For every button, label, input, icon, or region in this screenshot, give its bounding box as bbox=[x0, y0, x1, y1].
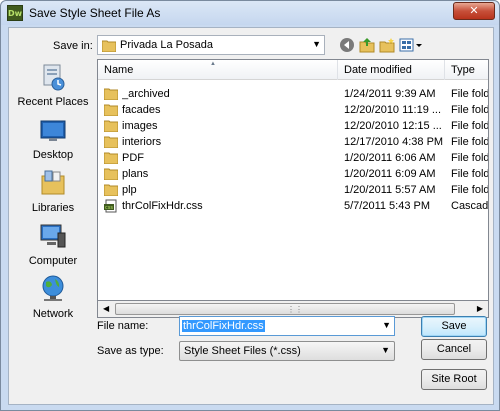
save-dialog-window: Dw Save Style Sheet File As ✕ Save in: P… bbox=[0, 0, 500, 411]
file-date-cell: 12/17/2010 4:38 PM bbox=[344, 136, 444, 148]
file-name-cell: plp bbox=[122, 184, 137, 196]
place-network[interactable]: Network bbox=[11, 274, 95, 326]
place-libraries[interactable]: Libraries bbox=[11, 168, 95, 220]
places-bar: Recent Places Desktop Libraries Computer… bbox=[11, 59, 95, 323]
file-name-cell: PDF bbox=[122, 152, 144, 164]
close-button[interactable]: ✕ bbox=[453, 2, 495, 20]
file-date-cell: 5/7/2011 5:43 PM bbox=[344, 200, 431, 212]
file-row[interactable]: plans 1/20/2011 6:09 AM File folder bbox=[98, 166, 489, 182]
save-as-type-label: Save as type: bbox=[97, 345, 164, 357]
save-in-dropdown[interactable]: Privada La Posada ▼ bbox=[97, 35, 325, 55]
up-folder-icon[interactable] bbox=[359, 37, 375, 53]
file-type-cell: File folder bbox=[451, 104, 489, 116]
chevron-down-icon[interactable]: ▼ bbox=[382, 320, 391, 330]
file-date-cell: 1/20/2011 5:57 AM bbox=[344, 184, 436, 196]
file-name-cell: plans bbox=[122, 168, 149, 180]
file-type-cell: File folder bbox=[451, 184, 489, 196]
file-date-cell: 12/20/2010 11:19 ... bbox=[344, 104, 442, 116]
place-desktop[interactable]: Desktop bbox=[11, 115, 95, 167]
sort-ascending-icon: ▲ bbox=[210, 61, 216, 67]
file-date-cell: 12/20/2010 12:15 ... bbox=[344, 120, 442, 132]
scroll-right-arrow-icon[interactable]: ▶ bbox=[477, 304, 483, 313]
place-label: Recent Places bbox=[17, 96, 89, 108]
file-name-value[interactable]: thrColFixHdr.css bbox=[182, 320, 265, 332]
file-type-cell: Cascading bbox=[451, 200, 489, 212]
chevron-down-icon: ▼ bbox=[381, 345, 390, 355]
file-row[interactable]: facades 12/20/2010 11:19 ... File folder bbox=[98, 102, 489, 118]
new-folder-icon[interactable] bbox=[379, 37, 395, 53]
computer-icon bbox=[40, 224, 66, 248]
scroll-left-arrow-icon[interactable]: ◀ bbox=[103, 304, 109, 313]
libraries-icon bbox=[41, 170, 65, 195]
save-button[interactable]: Save bbox=[421, 316, 487, 337]
file-row[interactable]: plp 1/20/2011 5:57 AM File folder bbox=[98, 182, 489, 198]
file-type-cell: File folder bbox=[451, 120, 489, 132]
title-bar[interactable]: Dw Save Style Sheet File As ✕ bbox=[1, 1, 499, 25]
cancel-button[interactable]: Cancel bbox=[421, 339, 487, 360]
file-name-cell: images bbox=[122, 120, 158, 132]
window-title: Save Style Sheet File As bbox=[29, 6, 161, 20]
column-header-date-modified[interactable]: Date modified bbox=[338, 60, 445, 80]
dialog-client-area: Save in: Privada La Posada ▼ Recent Plac… bbox=[8, 27, 494, 405]
file-date-cell: 1/20/2011 6:09 AM bbox=[344, 168, 436, 180]
file-row[interactable]: images 12/20/2010 12:15 ... File folder bbox=[98, 118, 489, 134]
recent-places-icon bbox=[43, 64, 65, 91]
file-name-input[interactable]: thrColFixHdr.css ▼ bbox=[179, 316, 395, 336]
place-recent-places[interactable]: Recent Places bbox=[11, 62, 95, 114]
place-label: Libraries bbox=[31, 202, 75, 214]
save-as-type-value: Style Sheet Files (*.css) bbox=[184, 345, 301, 357]
file-type-cell: File folder bbox=[451, 168, 489, 180]
file-name-cell: facades bbox=[122, 104, 161, 116]
dreamweaver-app-icon: Dw bbox=[7, 5, 23, 21]
file-name-cell: interiors bbox=[122, 136, 162, 148]
file-type-cell: File folder bbox=[451, 136, 489, 148]
css-file-icon: css bbox=[104, 199, 118, 218]
place-label: Network bbox=[32, 308, 74, 320]
save-as-type-dropdown[interactable]: Style Sheet Files (*.css) ▼ bbox=[179, 341, 395, 361]
back-arrow-icon[interactable] bbox=[339, 37, 355, 53]
svg-text:css: css bbox=[105, 205, 113, 211]
file-name-cell: _archived bbox=[122, 88, 170, 100]
file-name-label: File name: bbox=[97, 320, 149, 332]
column-header-name[interactable]: Name bbox=[98, 60, 338, 80]
desktop-icon bbox=[40, 120, 66, 141]
view-menu-icon[interactable] bbox=[399, 37, 423, 53]
site-root-button[interactable]: Site Root bbox=[421, 369, 487, 390]
file-row[interactable]: PDF 1/20/2011 6:06 AM File folder bbox=[98, 150, 489, 166]
network-globe-icon bbox=[42, 275, 64, 301]
scrollbar-thumb[interactable] bbox=[115, 303, 455, 315]
save-in-label: Save in: bbox=[53, 40, 93, 52]
scrollbar-grip-icon: ⋮⋮ bbox=[287, 305, 303, 314]
file-list-header: Name ▲ Date modified Type bbox=[98, 60, 488, 80]
file-row[interactable]: interiors 12/17/2010 4:38 PM File folder bbox=[98, 134, 489, 150]
file-list: Name ▲ Date modified Type _archived 1/24/… bbox=[97, 59, 489, 301]
save-in-value: Privada La Posada bbox=[120, 39, 213, 51]
place-label: Computer bbox=[28, 255, 78, 267]
file-date-cell: 1/20/2011 6:06 AM bbox=[344, 152, 436, 164]
place-label: Desktop bbox=[32, 149, 74, 161]
file-type-cell: File folder bbox=[451, 88, 489, 100]
chevron-down-icon: ▼ bbox=[312, 39, 321, 49]
file-row[interactable]: _archived 1/24/2011 9:39 AM File folder bbox=[98, 86, 489, 102]
place-computer[interactable]: Computer bbox=[11, 221, 95, 273]
file-row[interactable]: css thrColFixHdr.css 5/7/2011 5:43 PM Casca… bbox=[98, 198, 489, 214]
file-date-cell: 1/24/2011 9:39 AM bbox=[344, 88, 436, 100]
file-type-cell: File folder bbox=[451, 152, 489, 164]
file-name-cell: thrColFixHdr.css bbox=[122, 200, 203, 212]
folder-icon bbox=[102, 40, 116, 52]
column-header-type[interactable]: Type bbox=[445, 60, 488, 80]
